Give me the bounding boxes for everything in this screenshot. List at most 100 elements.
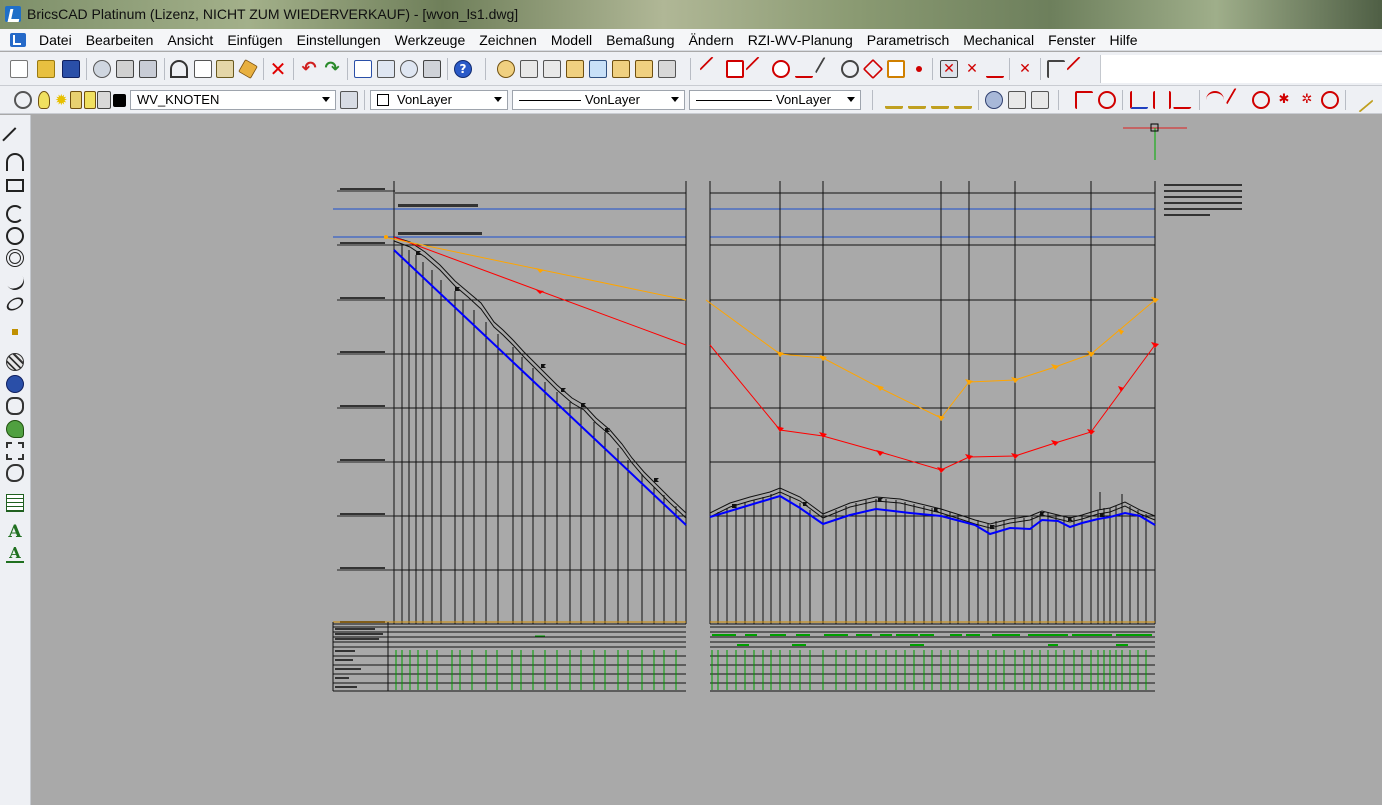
snap-nearest-icon[interactable]	[745, 56, 771, 82]
snap-perpendicular-icon[interactable]	[795, 60, 813, 78]
table-icon[interactable]	[6, 494, 24, 512]
menu-ansicht[interactable]: Ansicht	[160, 29, 220, 51]
ellipse-icon[interactable]	[4, 294, 26, 314]
paste-icon[interactable]	[216, 60, 234, 78]
layer-previous-icon[interactable]	[340, 91, 358, 109]
view-5-icon[interactable]	[589, 60, 607, 78]
snap-node-icon[interactable]	[910, 60, 928, 78]
snap-quadrant-icon[interactable]	[862, 58, 884, 80]
menu-einstellungen[interactable]: Einstellungen	[290, 29, 388, 51]
rzi-tool-5-icon[interactable]	[1172, 91, 1198, 109]
materials-icon[interactable]	[1008, 91, 1026, 109]
menu-fenster[interactable]: Fenster	[1041, 29, 1102, 51]
menu-einfuegen[interactable]: Einfügen	[220, 29, 289, 51]
menu-mechanical[interactable]: Mechanical	[956, 29, 1041, 51]
region-icon[interactable]	[6, 375, 24, 393]
save-icon[interactable]	[62, 60, 80, 78]
snap-from-icon[interactable]	[1047, 60, 1065, 78]
lights-icon[interactable]	[1031, 91, 1049, 109]
snap-intersection-icon[interactable]: ✕	[963, 60, 981, 78]
circle-icon[interactable]	[6, 227, 24, 245]
rzi-tool-1-icon[interactable]	[1075, 91, 1093, 109]
snap-tracking-icon[interactable]	[1066, 56, 1092, 82]
rzi-tool-12-icon[interactable]	[1348, 87, 1374, 113]
print-icon[interactable]	[116, 60, 134, 78]
donut-icon[interactable]	[6, 249, 24, 267]
help-icon[interactable]: ?	[454, 60, 472, 78]
layer-icon[interactable]	[612, 60, 630, 78]
layer-unlock-icon[interactable]	[70, 91, 82, 109]
rzi-tool-3-icon[interactable]	[1130, 91, 1148, 109]
layer-print-icon[interactable]	[97, 91, 111, 109]
menu-aendern[interactable]: Ändern	[682, 29, 741, 51]
layouts-icon[interactable]	[377, 60, 395, 78]
text-icon[interactable]: A	[6, 523, 24, 541]
menu-bearbeiten[interactable]: Bearbeiten	[79, 29, 161, 51]
arc-icon[interactable]	[6, 153, 24, 171]
drawing-explorer-icon[interactable]	[423, 60, 441, 78]
rzi-tool-2-icon[interactable]	[1098, 91, 1116, 109]
open-folder-icon[interactable]	[37, 60, 55, 78]
cloud-icon[interactable]	[6, 464, 24, 482]
circle-arc-icon[interactable]	[6, 205, 24, 223]
plot-icon[interactable]	[139, 60, 157, 78]
find-icon[interactable]	[400, 60, 418, 78]
drawing-canvas[interactable]	[31, 115, 1382, 805]
layer-stack-icon[interactable]	[658, 60, 676, 78]
snap-apparent-icon[interactable]: ✕	[1016, 60, 1034, 78]
layer-color-swatch[interactable]	[113, 94, 126, 107]
drawing-svg[interactable]	[31, 115, 1382, 805]
view-3-icon[interactable]	[543, 60, 561, 78]
menu-zeichnen[interactable]: Zeichnen	[472, 29, 544, 51]
cut-icon[interactable]	[170, 60, 188, 78]
layer-on-icon[interactable]	[38, 91, 50, 109]
menu-datei[interactable]: Datei	[32, 29, 79, 51]
layer-manager-icon[interactable]	[14, 91, 32, 109]
snap-parallel-icon[interactable]	[814, 56, 840, 82]
menu-bemassung[interactable]: Bemaßung	[599, 29, 681, 51]
layer-lock-icon[interactable]	[84, 91, 96, 109]
wipeout-icon[interactable]	[6, 442, 24, 460]
new-file-icon[interactable]	[10, 60, 28, 78]
mtext-icon[interactable]: A	[6, 545, 24, 563]
spline-icon[interactable]	[2, 268, 28, 294]
rectangle-icon[interactable]	[6, 179, 24, 192]
properties-icon[interactable]	[354, 60, 372, 78]
copy-icon[interactable]	[194, 60, 212, 78]
snap-extension-icon[interactable]	[986, 60, 1004, 78]
rzi-tool-10-icon[interactable]: ✲	[1298, 91, 1316, 109]
document-icon[interactable]	[10, 32, 26, 47]
revision-cloud-icon[interactable]	[6, 420, 24, 438]
rzi-tool-7-icon[interactable]	[1225, 87, 1251, 113]
view-4-icon[interactable]	[566, 60, 584, 78]
dim-style-icon[interactable]	[954, 91, 972, 109]
dim-linear-icon[interactable]	[885, 91, 903, 109]
menu-modell[interactable]: Modell	[544, 29, 599, 51]
snap-center-icon[interactable]	[772, 60, 790, 78]
undo-icon[interactable]: ↶	[300, 60, 318, 78]
rzi-tool-8-icon[interactable]	[1252, 91, 1270, 109]
snap-none-icon[interactable]: ✕	[940, 60, 958, 78]
layer-thaw-icon[interactable]: ✹	[55, 91, 69, 109]
linetype-dropdown[interactable]: VonLayer	[512, 90, 685, 110]
match-properties-icon[interactable]	[238, 59, 258, 79]
snap-midpoint-icon[interactable]	[726, 60, 744, 78]
snap-endpoint-icon[interactable]	[699, 56, 725, 82]
delete-icon[interactable]: ✕	[269, 59, 287, 79]
snap-insertion-icon[interactable]	[887, 60, 905, 78]
color-dropdown[interactable]: VonLayer	[370, 90, 508, 110]
snap-tangent-icon[interactable]	[841, 60, 859, 78]
layer-states-icon[interactable]	[635, 60, 653, 78]
layer-dropdown[interactable]: WV_KNOTEN	[130, 90, 336, 110]
rzi-tool-9-icon[interactable]: ✱	[1275, 91, 1293, 109]
rzi-tool-4-icon[interactable]	[1153, 91, 1171, 109]
menu-rzi-wv-planung[interactable]: RZI-WV-Planung	[741, 29, 860, 51]
redo-icon[interactable]: ↷	[323, 60, 341, 78]
view-2-icon[interactable]	[520, 60, 538, 78]
render-icon[interactable]	[985, 91, 1003, 109]
menu-werkzeuge[interactable]: Werkzeuge	[388, 29, 473, 51]
preview-icon[interactable]	[93, 60, 111, 78]
menu-parametrisch[interactable]: Parametrisch	[860, 29, 956, 51]
rzi-tool-11-icon[interactable]	[1321, 91, 1339, 109]
dim-angular-icon[interactable]	[931, 91, 949, 109]
